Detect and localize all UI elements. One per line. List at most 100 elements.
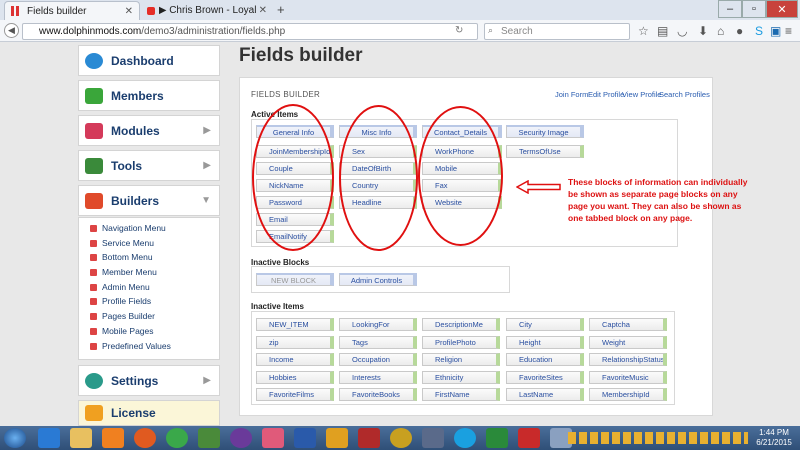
field-item[interactable]: City (506, 318, 584, 331)
link-search-profiles[interactable]: Search Profiles (659, 90, 710, 99)
field-item[interactable]: Education (506, 353, 584, 366)
tab-youtube[interactable]: ▶ Chris Brown - Loyal (Exp... ✕ (141, 1, 273, 20)
field-item[interactable]: Captcha (589, 318, 667, 331)
media-app-icon[interactable] (230, 428, 252, 448)
sidebar-tools[interactable]: Tools ▶ (78, 150, 220, 181)
bookmark-star-icon[interactable]: ☆ (638, 24, 649, 38)
network-app-icon[interactable] (422, 428, 444, 448)
pocket-icon[interactable]: ◡ (677, 24, 687, 38)
firefox-icon[interactable] (134, 428, 156, 448)
frog-app-icon[interactable] (198, 428, 220, 448)
skype-icon[interactable]: S (755, 24, 763, 38)
field-item[interactable]: NEW_ITEM (256, 318, 334, 331)
skype-taskbar-icon[interactable] (454, 428, 476, 448)
submenu-item[interactable]: Profile Fields (90, 294, 151, 308)
submenu-item[interactable]: Mobile Pages (90, 324, 154, 338)
field-item[interactable]: TermsOfUse (506, 145, 584, 158)
field-item[interactable]: Height (506, 336, 584, 349)
ie-icon[interactable] (38, 428, 60, 448)
close-window-icon[interactable]: ✕ (766, 0, 798, 18)
chat-icon[interactable]: ● (736, 24, 743, 38)
minimize-icon[interactable]: – (718, 0, 742, 18)
submenu-item[interactable]: Bottom Menu (90, 250, 153, 264)
field-item[interactable]: DescriptionMe (422, 318, 500, 331)
eraser-app-icon[interactable] (262, 428, 284, 448)
taskbar-clock[interactable]: 1:44 PM 6/21/2015 (752, 428, 796, 448)
block-header[interactable]: Admin Controls (339, 273, 417, 286)
field-item[interactable]: Weight (589, 336, 667, 349)
link-edit-profile[interactable]: Edit Profile (588, 90, 624, 99)
filezilla-icon[interactable] (358, 428, 380, 448)
link-view-profile[interactable]: View Profile (622, 90, 661, 99)
field-item[interactable]: FavoriteMusic (589, 371, 667, 384)
block-header[interactable]: Security Image (506, 125, 584, 138)
word-icon[interactable] (294, 428, 316, 448)
sidebar-label: License (111, 406, 156, 420)
block-header[interactable]: NEW BLOCK (256, 273, 334, 286)
field-item[interactable]: LookingFor (339, 318, 417, 331)
submenu-item[interactable]: Admin Menu (90, 280, 150, 294)
submenu-item[interactable]: Predefined Values (90, 339, 171, 353)
chevron-right-icon: ▶ (203, 375, 211, 386)
field-item[interactable]: Hobbies (256, 371, 334, 384)
field-item[interactable]: zip (256, 336, 334, 349)
tab-fields-builder[interactable]: Fields builder ✕ (4, 1, 140, 20)
inactive-items-label: Inactive Items (251, 302, 304, 311)
sidebar-dashboard[interactable]: Dashboard (78, 45, 220, 76)
field-item[interactable]: Ethnicity (422, 371, 500, 384)
submenu-label: Admin Menu (102, 282, 150, 292)
editor-app-icon[interactable] (390, 428, 412, 448)
field-item[interactable]: Tags (339, 336, 417, 349)
submenu-item[interactable]: Member Menu (90, 265, 157, 279)
search-input[interactable]: Search (484, 23, 630, 40)
submenu-item[interactable]: Service Menu (90, 236, 154, 250)
maximize-icon[interactable]: ▫ (742, 0, 766, 18)
new-tab-icon[interactable]: + (277, 2, 285, 17)
reading-list-icon[interactable]: ▤ (657, 24, 668, 38)
url-bar[interactable]: www.dolphinmods.com/demo3/administration… (22, 23, 478, 40)
excel-icon[interactable] (486, 428, 508, 448)
field-item[interactable]: RelationshipStatus (589, 353, 667, 366)
submenu-item[interactable]: Pages Builder (90, 309, 155, 323)
acrobat-icon[interactable] (518, 428, 540, 448)
url-path: /demo3/administration/fields.php (141, 26, 286, 37)
paint-app-icon[interactable] (326, 428, 348, 448)
field-item[interactable]: FavoriteFilms (256, 388, 334, 401)
field-item[interactable]: Income (256, 353, 334, 366)
field-item[interactable]: Interests (339, 371, 417, 384)
gears-icon (85, 372, 103, 389)
menu-icon[interactable]: ≡ (785, 24, 792, 38)
field-item[interactable]: FavoriteBooks (339, 388, 417, 401)
field-item[interactable]: Religion (422, 353, 500, 366)
extension-icon[interactable]: ▣ (770, 24, 781, 38)
field-item[interactable]: Occupation (339, 353, 417, 366)
home-icon[interactable]: ⌂ (717, 24, 724, 38)
close-icon[interactable]: ✕ (125, 6, 133, 17)
field-item[interactable]: LastName (506, 388, 584, 401)
link-join-form[interactable]: Join Form (555, 90, 588, 99)
list-icon (90, 342, 97, 350)
sidebar-builders[interactable]: Builders ▼ (78, 185, 220, 216)
sidebar-modules[interactable]: Modules ▶ (78, 115, 220, 146)
submenu-item[interactable]: Navigation Menu (90, 221, 166, 235)
back-arrow-icon[interactable]: ◀ (4, 23, 19, 38)
media-player-icon[interactable] (102, 428, 124, 448)
sidebar-license[interactable]: License (78, 400, 220, 426)
reload-icon[interactable]: ↻ (455, 25, 463, 36)
chrome-icon[interactable] (166, 428, 188, 448)
system-tray-icons[interactable] (568, 432, 748, 444)
field-item[interactable]: MembershipId (589, 388, 667, 401)
close-icon[interactable]: ✕ (259, 5, 267, 16)
list-icon (90, 224, 97, 232)
highlight-ellipse (339, 105, 418, 251)
folder-icon[interactable] (70, 428, 92, 448)
download-icon[interactable]: ⬇ (698, 24, 708, 38)
field-item[interactable]: ProfilePhoto (422, 336, 500, 349)
field-item[interactable]: FavoriteSites (506, 371, 584, 384)
windows-start-icon[interactable] (4, 428, 26, 448)
sidebar-settings[interactable]: Settings ▶ (78, 365, 220, 396)
field-item[interactable]: FirstName (422, 388, 500, 401)
sidebar-label: Settings (111, 373, 159, 388)
submenu-label: Navigation Menu (102, 223, 166, 233)
sidebar-members[interactable]: Members (78, 80, 220, 111)
